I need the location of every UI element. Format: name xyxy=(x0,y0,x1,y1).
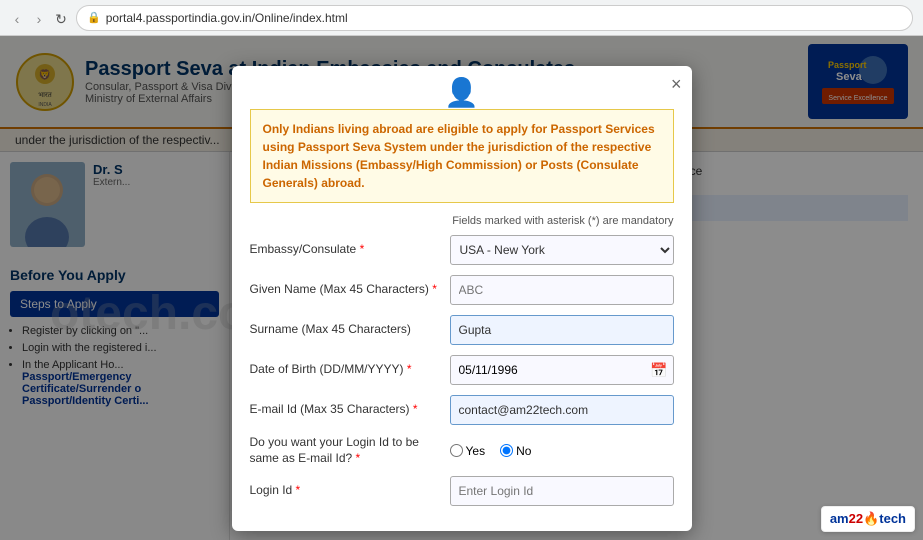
email-row: E-mail Id (Max 35 Characters) * xyxy=(250,395,674,425)
radio-yes-option[interactable]: Yes xyxy=(450,444,486,458)
radio-yes[interactable] xyxy=(450,444,463,457)
forward-button[interactable]: › xyxy=(32,11,46,25)
surname-row: Surname (Max 45 Characters) xyxy=(250,315,674,345)
calendar-icon[interactable]: 📅 xyxy=(650,362,667,379)
email-input[interactable] xyxy=(450,395,674,425)
given-name-row: Given Name (Max 45 Characters) * xyxy=(250,275,674,305)
modal-body: Only Indians living abroad are eligible … xyxy=(232,109,692,531)
login-same-radio-group: Yes No xyxy=(450,444,532,458)
dob-input[interactable] xyxy=(450,355,674,385)
given-name-input[interactable] xyxy=(450,275,674,305)
reload-button[interactable]: ↻ xyxy=(54,11,68,25)
login-id-label: Login Id * xyxy=(250,483,440,499)
email-label: E-mail Id (Max 35 Characters) * xyxy=(250,402,440,418)
dob-label: Date of Birth (DD/MM/YYYY) * xyxy=(250,362,440,378)
back-button[interactable]: ‹ xyxy=(10,11,24,25)
am22tech-badge: am22🔥tech xyxy=(821,506,915,532)
badge-num: 22 xyxy=(849,511,863,526)
login-id-row: Login Id * xyxy=(250,476,674,506)
modal-close-button[interactable]: × xyxy=(671,74,682,95)
mandatory-note: Fields marked with asterisk (*) are mand… xyxy=(250,215,674,227)
surname-input[interactable] xyxy=(450,315,674,345)
modal-dialog: 👤 × Only Indians living abroad are eligi… xyxy=(232,66,692,531)
address-bar[interactable]: 🔒 portal4.passportindia.gov.in/Online/in… xyxy=(76,5,913,31)
given-name-label: Given Name (Max 45 Characters) * xyxy=(250,282,440,298)
modal-person-icon: 👤 xyxy=(444,77,479,108)
radio-no[interactable] xyxy=(500,444,513,457)
embassy-select[interactable]: USA - New York xyxy=(450,235,674,265)
browser-chrome: ‹ › ↻ 🔒 portal4.passportindia.gov.in/Onl… xyxy=(0,0,923,36)
radio-no-option[interactable]: No xyxy=(500,444,531,458)
badge-fire: 🔥 xyxy=(863,511,879,526)
modal-alert: Only Indians living abroad are eligible … xyxy=(250,109,674,203)
login-same-label: Do you want your Login Id to be same as … xyxy=(250,435,440,466)
surname-label: Surname (Max 45 Characters) xyxy=(250,322,440,338)
modal-overlay: 👤 × Only Indians living abroad are eligi… xyxy=(0,36,923,540)
lock-icon: 🔒 xyxy=(87,11,101,24)
embassy-row: Embassy/Consulate * USA - New York xyxy=(250,235,674,265)
badge-tech: tech xyxy=(879,511,906,526)
embassy-label: Embassy/Consulate * xyxy=(250,242,440,258)
dob-row: Date of Birth (DD/MM/YYYY) * 📅 xyxy=(250,355,674,385)
url-text: portal4.passportindia.gov.in/Online/inde… xyxy=(106,11,348,25)
page-content: 🦁 भारत INDIA Passport Seva at Indian Emb… xyxy=(0,36,923,540)
badge-am: am xyxy=(830,511,849,526)
login-same-row: Do you want your Login Id to be same as … xyxy=(250,435,674,466)
login-id-input[interactable] xyxy=(450,476,674,506)
dob-input-wrapper: 📅 xyxy=(450,355,674,385)
